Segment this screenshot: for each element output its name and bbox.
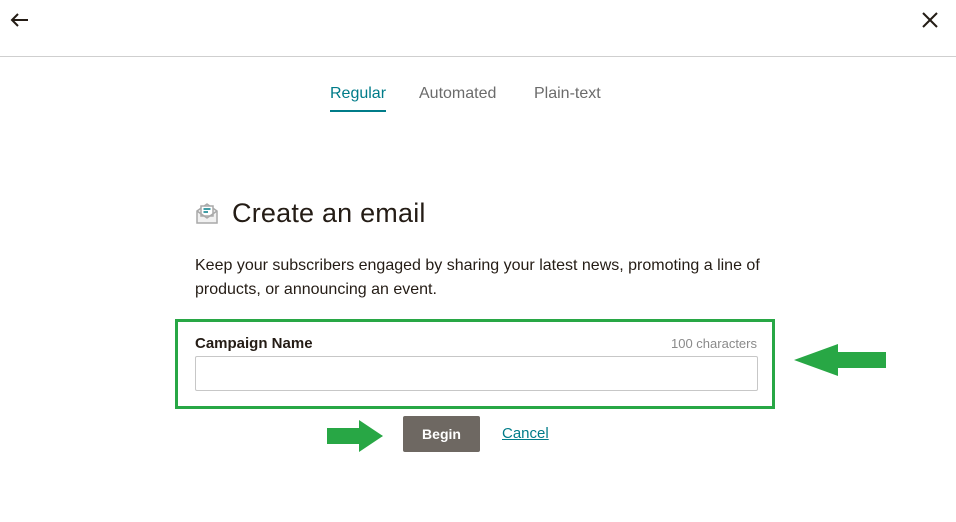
campaign-name-label: Campaign Name xyxy=(195,335,313,352)
begin-button[interactable]: Begin xyxy=(403,416,480,452)
heading-row: Create an email xyxy=(194,196,426,230)
tab-regular[interactable]: Regular xyxy=(330,84,387,112)
top-bar xyxy=(0,0,956,57)
close-button[interactable] xyxy=(918,8,942,32)
tab-plain-text[interactable]: Plain-text xyxy=(534,84,601,110)
email-icon xyxy=(196,203,218,224)
page-description: Keep your subscribers engaged by sharing… xyxy=(195,257,760,298)
page-title: Create an email xyxy=(232,197,426,228)
campaign-name-input[interactable] xyxy=(195,356,758,391)
cancel-link[interactable]: Cancel xyxy=(502,425,549,442)
tab-automated[interactable]: Automated xyxy=(419,84,496,110)
char-limit-hint: 100 characters xyxy=(671,336,757,351)
back-button[interactable] xyxy=(8,8,32,32)
arrow-left-icon xyxy=(10,13,28,27)
annotation-arrow-left-icon xyxy=(794,344,886,376)
create-email-page: Regular Automated Plain-text Create an e… xyxy=(0,0,956,522)
close-icon xyxy=(922,12,938,28)
annotation-arrow-right-icon xyxy=(327,420,383,452)
